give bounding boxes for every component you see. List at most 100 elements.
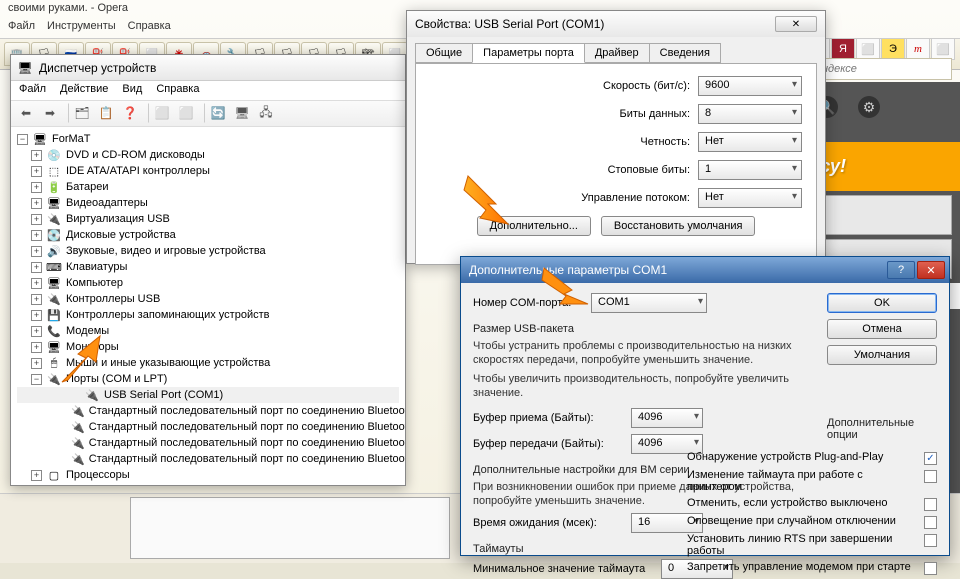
opts-label: Дополнительные опции (827, 417, 937, 441)
tab-icon[interactable]: Я (831, 38, 855, 60)
list-icon[interactable]: 📋 (95, 103, 117, 123)
tree-leaf-port[interactable]: 🔌USB Serial Port (COM1) (17, 387, 399, 403)
update-icon[interactable]: 🔄 (207, 103, 229, 123)
tree-node[interactable]: +ᚼРадиомодули Bluetooth (17, 483, 399, 485)
checkbox[interactable] (924, 498, 937, 511)
flowcontrol-label: Управление потоком: (581, 192, 690, 204)
option-row: Установить линию RTS при завершении рабо… (687, 533, 937, 557)
separator (143, 103, 149, 123)
tree-icon[interactable]: 🗂 (71, 103, 93, 123)
tree-node[interactable]: +🔌Виртуализация USB (17, 211, 399, 227)
defaults-button[interactable]: Умолчания (827, 345, 937, 365)
expand-icon[interactable]: + (31, 198, 42, 209)
expand-icon[interactable]: + (31, 246, 42, 257)
forward-icon[interactable]: ➡ (39, 103, 61, 123)
collapse-icon[interactable]: − (17, 134, 28, 145)
devmgr-titlebar[interactable]: 🖥 Диспетчер устройств (11, 55, 405, 81)
checkbox[interactable] (924, 534, 937, 547)
checkbox[interactable] (924, 516, 937, 529)
option-label: Обнаружение устройств Plug-and-Play (687, 451, 918, 463)
menu-file[interactable]: Файл (8, 20, 35, 36)
tree-node[interactable]: +🖥Компьютер (17, 275, 399, 291)
props-icon[interactable]: ⬜ (175, 103, 197, 123)
tree-node[interactable]: +🔋Батареи (17, 179, 399, 195)
tab-general[interactable]: Общие (415, 43, 473, 63)
expand-icon[interactable]: + (31, 166, 42, 177)
checkbox[interactable] (924, 470, 937, 483)
speed-dropdown[interactable]: 9600 (698, 76, 802, 96)
tree-label: Видеоадаптеры (66, 197, 148, 209)
ok-button[interactable]: OK (827, 293, 937, 313)
tree-node[interactable]: +🔌Контроллеры USB (17, 291, 399, 307)
tree-node[interactable]: +⌨Клавиатуры (17, 259, 399, 275)
tree-label: Стандартный последовательный порт по сое… (89, 405, 405, 417)
checkbox[interactable]: ✓ (924, 452, 937, 465)
gear-icon[interactable]: ⚙ (858, 96, 880, 118)
uninstall-icon[interactable]: 🖥 (231, 103, 253, 123)
port-icon: 🔌 (84, 388, 100, 402)
tab-details[interactable]: Сведения (649, 43, 721, 63)
tab-port-settings[interactable]: Параметры порта (472, 43, 585, 63)
props-titlebar[interactable]: Свойства: USB Serial Port (COM1) ✕ (407, 11, 825, 37)
rx-buffer-dropdown[interactable]: 4096 (631, 408, 703, 428)
tree-node[interactable]: +💾Контроллеры запоминающих устройств (17, 307, 399, 323)
menu-help[interactable]: Справка (128, 20, 171, 36)
flowcontrol-dropdown[interactable]: Нет (698, 188, 802, 208)
back-icon[interactable]: ⬅ (15, 103, 37, 123)
tree-leaf-port[interactable]: 🔌Стандартный последовательный порт по со… (17, 451, 399, 467)
checkbox[interactable] (924, 562, 937, 575)
tree-node[interactable]: + 🖥 Видеоадаптеры (17, 195, 399, 211)
port-icon: 🔌 (71, 404, 85, 418)
tree-leaf-port[interactable]: 🔌Стандартный последовательный порт по со… (17, 435, 399, 451)
device-icon: 🖥 (46, 276, 62, 290)
collapse-icon[interactable]: − (31, 374, 42, 385)
expand-icon[interactable]: + (31, 214, 42, 225)
tree-node[interactable]: +💽Дисковые устройства (17, 227, 399, 243)
stopbits-dropdown[interactable]: 1 (698, 160, 802, 180)
tree-leaf-port[interactable]: 🔌Стандартный последовательный порт по со… (17, 419, 399, 435)
expand-icon[interactable]: + (31, 230, 42, 241)
expand-icon[interactable]: + (31, 358, 42, 369)
comport-dropdown[interactable]: COM1 (591, 293, 707, 313)
help-button[interactable]: ? (887, 261, 915, 279)
expand-icon[interactable]: + (31, 294, 42, 305)
restore-defaults-button[interactable]: Восстановить умолчания (601, 216, 756, 236)
scan-icon[interactable]: 🖧 (255, 103, 277, 123)
tab-icon[interactable]: ⬜ (931, 38, 955, 60)
expand-icon[interactable]: + (31, 262, 42, 273)
expand-icon[interactable]: + (31, 310, 42, 321)
menu-tools[interactable]: Инструменты (47, 20, 116, 36)
expand-icon[interactable]: + (31, 150, 42, 161)
menu-file[interactable]: Файл (19, 83, 46, 98)
expand-icon[interactable]: + (31, 182, 42, 193)
help-icon[interactable]: ❓ (119, 103, 141, 123)
databits-dropdown[interactable]: 8 (698, 104, 802, 124)
expand-icon[interactable]: + (31, 470, 42, 481)
menu-help[interactable]: Справка (156, 83, 199, 98)
menu-view[interactable]: Вид (122, 83, 142, 98)
close-button[interactable]: ✕ (917, 261, 945, 279)
cancel-button[interactable]: Отмена (827, 319, 937, 339)
tree-node[interactable]: +▢Процессоры (17, 467, 399, 483)
adv-titlebar[interactable]: Дополнительные параметры COM1 ? ✕ (461, 257, 949, 283)
close-button[interactable]: ✕ (775, 16, 817, 32)
tab-icon[interactable]: m (906, 38, 930, 60)
tree-node[interactable]: +💿DVD и CD-ROM дисководы (17, 147, 399, 163)
expand-icon[interactable]: + (31, 326, 42, 337)
tree-node[interactable]: +🔊Звуковые, видео и игровые устройства (17, 243, 399, 259)
tab-icon[interactable]: Э (881, 38, 905, 60)
option-label: Отменить, если устройство выключено (687, 497, 918, 509)
tab-driver[interactable]: Драйвер (584, 43, 650, 63)
device-icon: 🖥 (46, 196, 62, 210)
menu-action[interactable]: Действие (60, 83, 108, 98)
tree-leaf-port[interactable]: 🔌Стандартный последовательный порт по со… (17, 403, 399, 419)
device-tree[interactable]: − 🖥 ForMaT +💿DVD и CD-ROM дисководы+⬚IDE… (11, 127, 405, 485)
rx-buffer-label: Буфер приема (Байты): (473, 412, 623, 424)
expand-icon[interactable]: + (31, 278, 42, 289)
props-icon[interactable]: ⬜ (151, 103, 173, 123)
expand-icon[interactable]: + (31, 342, 42, 353)
tab-icon[interactable]: ⬜ (856, 38, 880, 60)
tree-node[interactable]: +⬚IDE ATA/ATAPI контроллеры (17, 163, 399, 179)
parity-dropdown[interactable]: Нет (698, 132, 802, 152)
tree-root[interactable]: − 🖥 ForMaT (17, 131, 399, 147)
